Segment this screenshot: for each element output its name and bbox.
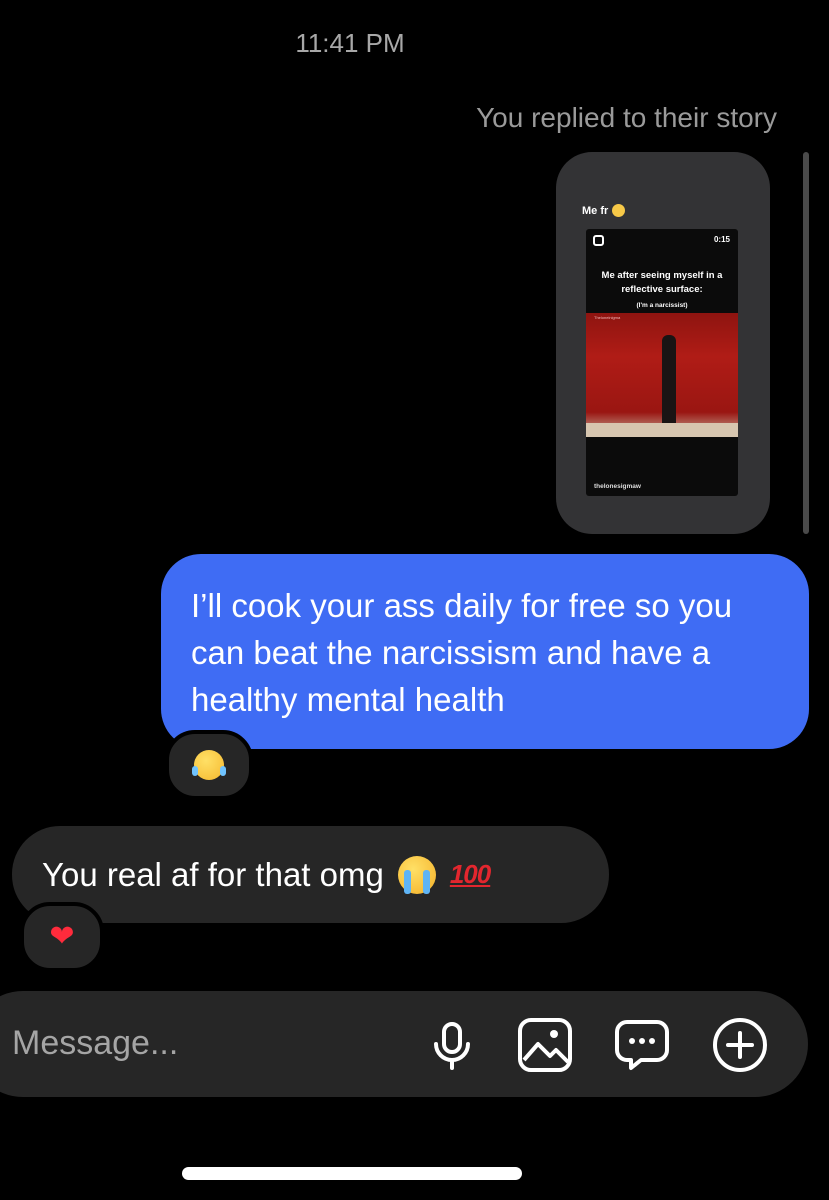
story-caption: Me fr xyxy=(582,204,626,217)
incoming-message-text: You real af for that omg xyxy=(42,855,384,893)
message-input[interactable]: Message... xyxy=(12,1024,178,1063)
loudly-crying-face-emoji-icon xyxy=(397,855,436,894)
reels-icon xyxy=(593,235,604,246)
meme-watermark: Theloneinigma xyxy=(594,315,621,320)
story-author-handle: thelonesigmaw xyxy=(594,483,641,490)
message-reaction[interactable] xyxy=(165,730,253,800)
outgoing-message-bubble[interactable]: I’ll cook your ass daily for free so you… xyxy=(161,554,809,749)
meme-caption: Me after seeing myself in a reflective s… xyxy=(601,270,723,295)
gallery-icon[interactable] xyxy=(516,1016,574,1074)
meme-subcaption: (I'm a narcissist) xyxy=(636,302,688,309)
story-caption-text: Me fr xyxy=(582,204,609,217)
meme-photo: Theloneinigma xyxy=(586,313,738,437)
face-with-tears-of-joy-emoji-icon xyxy=(192,750,226,780)
incoming-message-bubble[interactable]: You real af for that omg 100 xyxy=(12,826,609,923)
hundred-points-emoji-icon: 100 xyxy=(449,859,491,889)
red-heart-emoji-icon: ❤ xyxy=(49,920,75,953)
person-figure xyxy=(662,335,676,425)
story-reply-note: You replied to their story xyxy=(476,102,777,133)
add-icon[interactable] xyxy=(711,1016,769,1074)
scrollbar[interactable] xyxy=(803,152,809,534)
message-timestamp: 11:41 PM xyxy=(295,28,405,58)
relieved-face-emoji-icon xyxy=(612,204,626,217)
microphone-icon[interactable] xyxy=(423,1016,481,1074)
story-preview[interactable]: 0:15 Me after seeing myself in a reflect… xyxy=(586,229,738,496)
story-reply-card[interactable]: Me fr 0:15 Me after seeing myself in a r… xyxy=(556,152,770,534)
reel-duration: 0:15 xyxy=(713,235,730,244)
sticker-chat-icon[interactable] xyxy=(613,1016,671,1074)
home-indicator[interactable] xyxy=(182,1167,522,1180)
stage-floor xyxy=(586,423,738,437)
message-reaction[interactable]: ❤ xyxy=(20,902,104,972)
chat-screen: 11:41 PM You replied to their story Me f… xyxy=(0,0,829,1200)
